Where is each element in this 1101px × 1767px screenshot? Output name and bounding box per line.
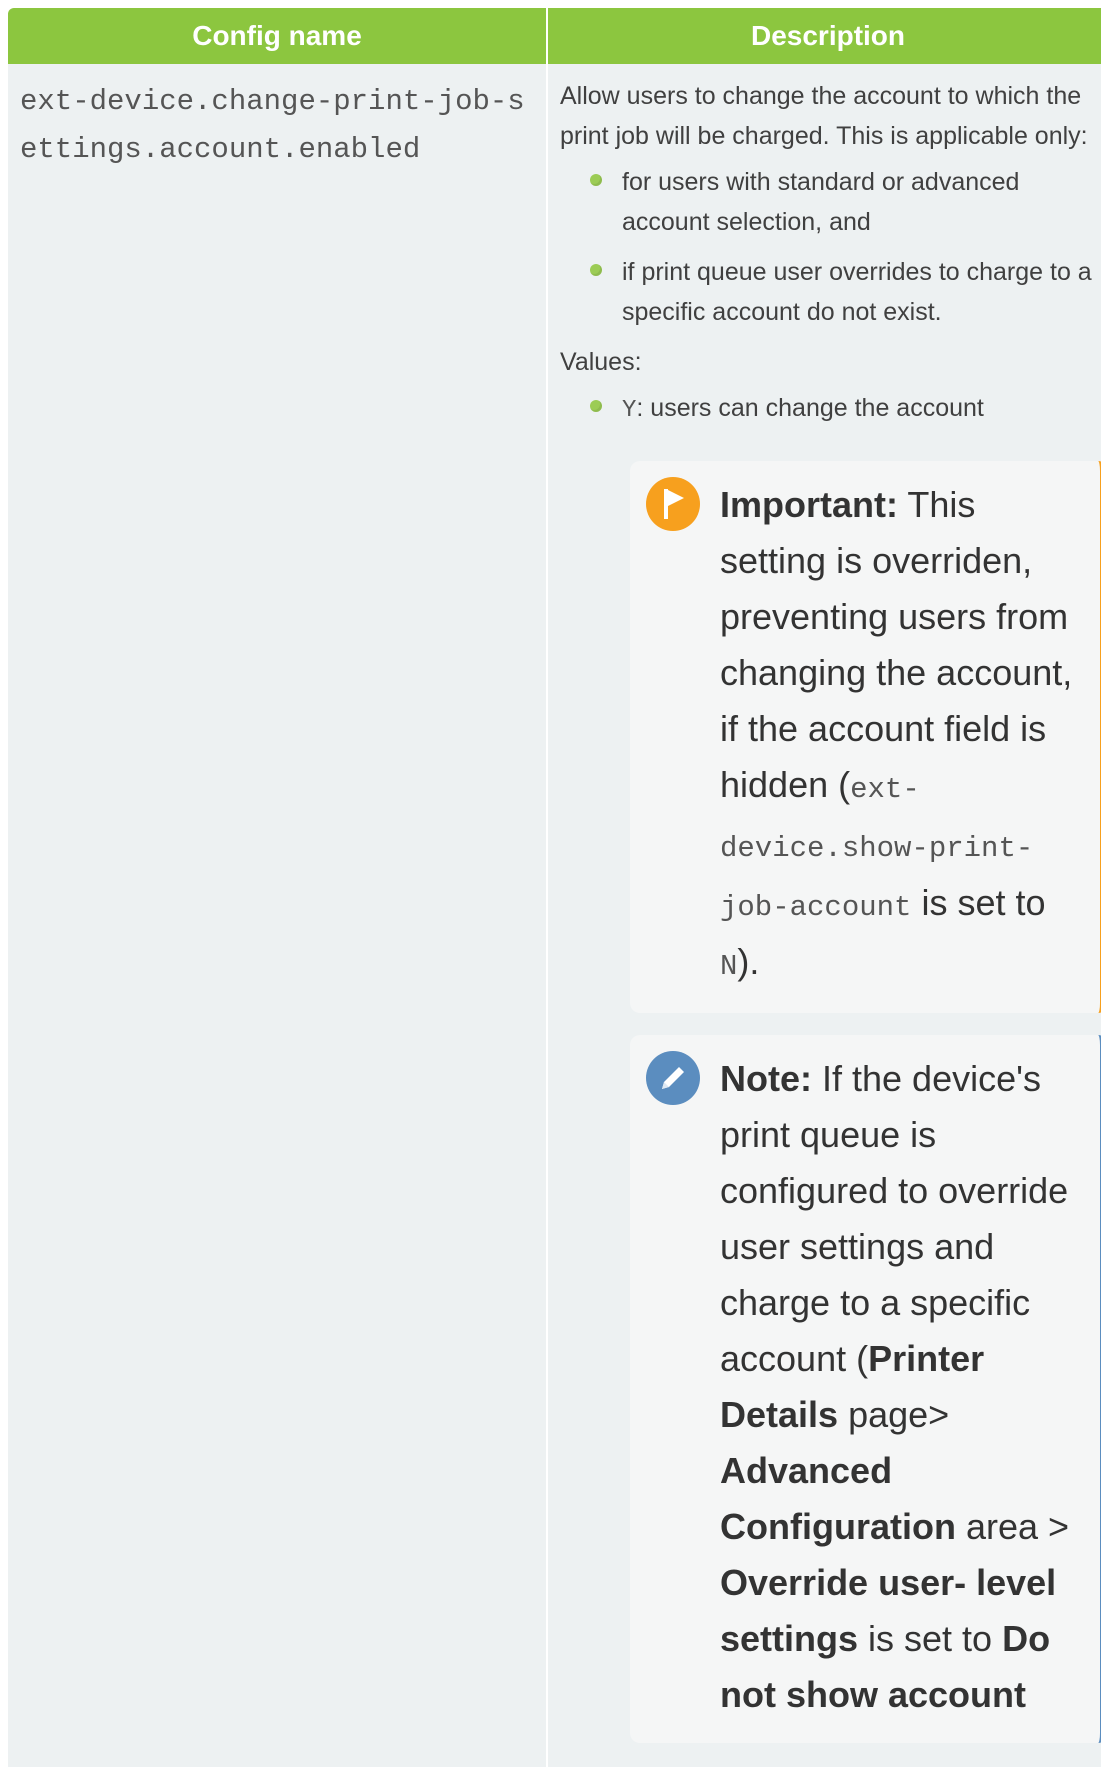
conditions-list: for users with standard or advanced acco… [560, 162, 1101, 332]
flag-icon [646, 477, 700, 531]
important-text: This setting is overriden, preventing us… [720, 484, 1073, 805]
list-item: if print queue user overrides to charge … [590, 252, 1101, 332]
important-label: Important: [720, 484, 898, 525]
table-row: ext-device.change-print-job-settings.acc… [8, 64, 1101, 1767]
bullet-icon [590, 264, 602, 276]
page: Config name Description ext-device.chang… [0, 0, 1101, 1767]
note-label: Note: [720, 1058, 812, 1099]
note-text: area > [955, 1506, 1070, 1547]
column-header-config-name: Config name [8, 8, 548, 64]
bullet-icon [590, 400, 602, 412]
description: Allow users to change the account to whi… [548, 64, 1101, 1743]
condition-text: if print queue user overrides to charge … [622, 258, 1092, 326]
config-table: Config name Description ext-device.chang… [8, 8, 1101, 1767]
value-code: Y [622, 397, 637, 424]
column-header-description: Description [547, 8, 1101, 64]
config-name-cell: ext-device.change-print-job-settings.acc… [8, 64, 548, 1767]
note-text: If the device's print queue is configure… [720, 1058, 1069, 1379]
note-text: page> [838, 1394, 950, 1435]
important-text: ). [737, 941, 760, 982]
list-item: for users with standard or advanced acco… [590, 162, 1101, 242]
pencil-icon [646, 1051, 700, 1105]
bullet-icon [590, 174, 602, 186]
values-list: Y: users can change the account [560, 388, 1101, 431]
important-callout: Important: This setting is overriden, pr… [630, 461, 1101, 1013]
note-text: is set to [858, 1618, 1003, 1659]
list-item: Y: users can change the account [590, 388, 1101, 431]
important-code: N [720, 950, 738, 983]
note-callout: Note: If the device's print queue is con… [630, 1035, 1101, 1743]
important-text: is set to [911, 882, 1046, 923]
values-label: Values: [560, 348, 642, 376]
table-header-row: Config name Description [8, 8, 1101, 64]
value-text: : users can change the account [636, 394, 984, 422]
description-intro: Allow users to change the account to whi… [560, 82, 1088, 150]
note-bold: Advanced Configuration [720, 1450, 956, 1547]
description-cell: Allow users to change the account to whi… [547, 64, 1101, 1767]
condition-text: for users with standard or advanced acco… [622, 168, 1020, 236]
config-name: ext-device.change-print-job-settings.acc… [20, 85, 525, 166]
